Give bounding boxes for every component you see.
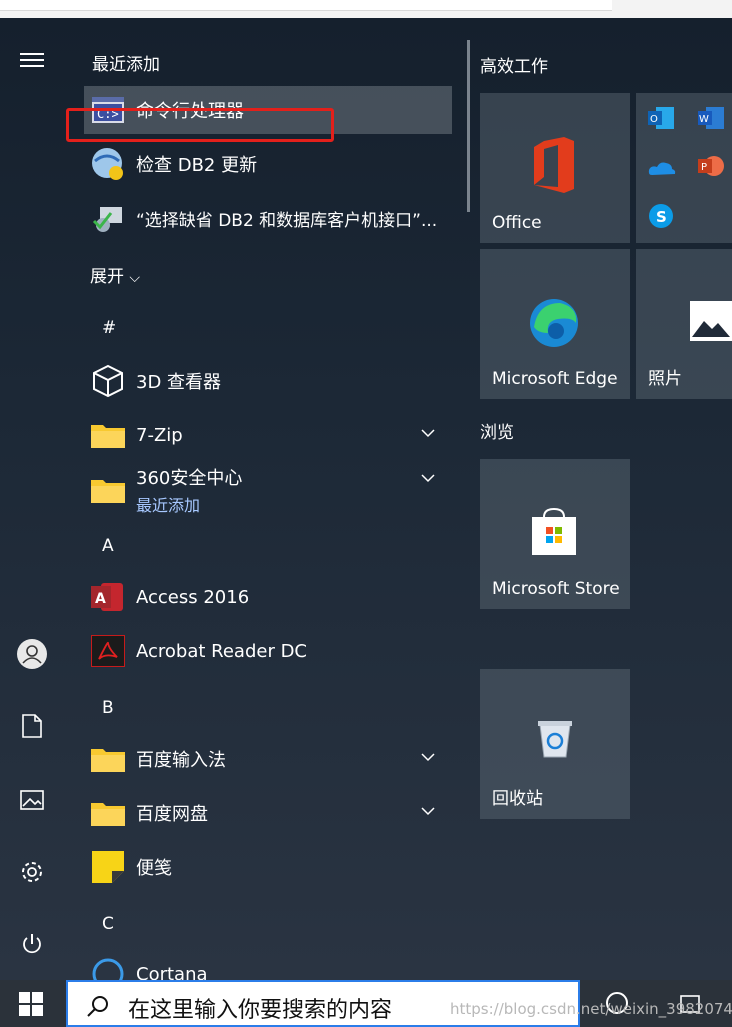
tile-label: 回收站 bbox=[492, 789, 543, 809]
app-access[interactable]: A Access 2016 bbox=[84, 573, 452, 621]
photos-icon bbox=[690, 301, 732, 341]
app-3d-viewer[interactable]: 3D 查看器 bbox=[84, 357, 452, 405]
start-menu: 最近添加 C:> 命令行处理器 检查 DB2 更新 “选择缺省 DB2 和数据库… bbox=[0, 18, 732, 990]
settings-gear-icon[interactable] bbox=[14, 854, 50, 890]
app-label: Access 2016 bbox=[136, 586, 250, 608]
group-letter[interactable]: A bbox=[102, 536, 114, 556]
recycle-bin-icon bbox=[538, 721, 572, 758]
office-logo-icon bbox=[534, 137, 574, 193]
highlight-box bbox=[66, 108, 334, 142]
app-label: 百度网盘 bbox=[136, 804, 208, 825]
tile-office-apps[interactable]: O W P S bbox=[636, 93, 732, 243]
edge-icon bbox=[530, 299, 578, 347]
folder-icon bbox=[90, 741, 126, 777]
chevron-down-icon[interactable] bbox=[420, 425, 436, 441]
tile-store[interactable]: Microsoft Store bbox=[480, 459, 630, 609]
tile-label: Microsoft Edge bbox=[492, 369, 618, 389]
app-baidu-ime[interactable]: 百度输入法 bbox=[84, 735, 452, 783]
group-header-productivity: 高效工作 bbox=[480, 57, 548, 77]
expand-label: 展开 bbox=[90, 267, 124, 287]
tile-photos[interactable]: 照片 bbox=[636, 249, 732, 399]
group-header-browse: 浏览 bbox=[480, 423, 514, 443]
recent-item-db2-client[interactable]: “选择缺省 DB2 和数据库客户机接口”... bbox=[84, 194, 452, 242]
folder-icon bbox=[90, 795, 126, 831]
app-360-text: 360安全中心 最近添加 bbox=[136, 464, 242, 516]
app-label: 360安全中心 bbox=[136, 468, 243, 489]
powerpoint-icon: P bbox=[698, 156, 724, 176]
chevron-down-icon: ⌵ bbox=[129, 270, 141, 286]
app-label: 3D 查看器 bbox=[136, 372, 222, 393]
app-label: 7-Zip bbox=[136, 424, 183, 446]
acrobat-icon bbox=[90, 633, 126, 669]
group-letter[interactable]: # bbox=[102, 318, 116, 338]
tile-label: Microsoft Store bbox=[492, 579, 620, 599]
group-letter[interactable]: C bbox=[102, 914, 114, 934]
sticky-note-icon bbox=[90, 849, 126, 885]
search-placeholder: 在这里输入你要搜索的内容 bbox=[128, 998, 393, 1023]
recent-item-label: 检查 DB2 更新 bbox=[136, 155, 258, 176]
hamburger-menu-icon[interactable] bbox=[14, 42, 50, 78]
windows-start-button[interactable] bbox=[0, 980, 62, 1027]
tile-recycle-bin[interactable]: 回收站 bbox=[480, 669, 630, 819]
app-label: 便笺 bbox=[136, 858, 172, 879]
browser-top-strip bbox=[0, 0, 732, 18]
group-letter[interactable]: B bbox=[102, 698, 114, 718]
search-icon bbox=[87, 996, 108, 1017]
expand-button[interactable]: 展开 ⌵ bbox=[90, 262, 140, 287]
svg-text:S: S bbox=[656, 208, 667, 226]
documents-icon[interactable] bbox=[14, 708, 50, 744]
recent-header: 最近添加 bbox=[92, 55, 160, 75]
svg-text:P: P bbox=[701, 162, 707, 173]
chevron-down-icon[interactable] bbox=[420, 470, 436, 486]
recent-item-label: “选择缺省 DB2 和数据库客户机接口”... bbox=[136, 210, 438, 231]
svg-text:O: O bbox=[650, 114, 658, 125]
svg-text:A: A bbox=[95, 591, 106, 607]
address-area bbox=[0, 0, 612, 11]
outlook-icon: O bbox=[648, 107, 674, 129]
chevron-down-icon[interactable] bbox=[420, 749, 436, 765]
app-list: 最近添加 C:> 命令行处理器 检查 DB2 更新 “选择缺省 DB2 和数据库… bbox=[64, 18, 466, 990]
word-icon: W bbox=[698, 107, 724, 129]
chevron-down-icon[interactable] bbox=[420, 803, 436, 819]
tile-edge[interactable]: Microsoft Edge bbox=[480, 249, 630, 399]
app-sticky-notes[interactable]: 便笺 bbox=[84, 843, 452, 891]
tile-label: 照片 bbox=[648, 369, 682, 389]
tile-area: 高效工作 Office O W P S Microsoft Edge 照片 浏览 bbox=[470, 18, 732, 980]
app-label: Acrobat Reader DC bbox=[136, 640, 307, 662]
app-acrobat[interactable]: Acrobat Reader DC bbox=[84, 627, 452, 675]
power-icon[interactable] bbox=[14, 926, 50, 962]
start-rail bbox=[0, 18, 64, 980]
pictures-icon[interactable] bbox=[14, 782, 50, 818]
app-baidu-pan[interactable]: 百度网盘 bbox=[84, 789, 452, 837]
skype-icon: S bbox=[649, 204, 673, 228]
windows-logo-icon bbox=[19, 991, 43, 1016]
app-label: 百度输入法 bbox=[136, 750, 226, 771]
onedrive-icon bbox=[648, 162, 676, 175]
tile-label: Office bbox=[492, 213, 542, 233]
access-icon: A bbox=[90, 579, 126, 615]
tile-office[interactable]: Office bbox=[480, 93, 630, 243]
watermark: https://blog.csdn.net/weixin_39820740 bbox=[450, 1000, 732, 1018]
store-icon bbox=[532, 507, 576, 555]
cube-icon bbox=[90, 363, 126, 399]
db2-update-icon bbox=[90, 146, 126, 182]
db2-client-icon bbox=[90, 200, 126, 236]
app-7zip[interactable]: 7-Zip bbox=[84, 411, 452, 459]
svg-text:W: W bbox=[699, 114, 709, 125]
folder-icon bbox=[90, 472, 126, 508]
folder-icon bbox=[90, 417, 126, 453]
recent-item-db2-update[interactable]: 检查 DB2 更新 bbox=[84, 140, 452, 188]
app-360[interactable]: 360安全中心 最近添加 bbox=[84, 462, 452, 518]
user-avatar-icon[interactable] bbox=[14, 636, 50, 672]
recently-added-badge: 最近添加 bbox=[136, 496, 201, 515]
